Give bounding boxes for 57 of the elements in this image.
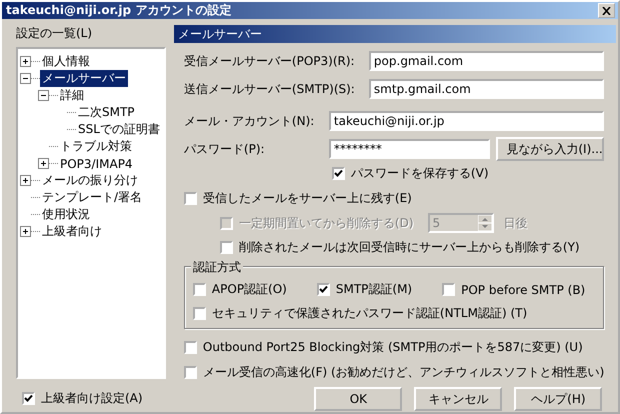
checkbox-label[interactable]: セキュリティで保護されたパスワード認証(NTLM認証) (T): [212, 305, 528, 322]
window-title: takeuchi@niji.or.jp アカウントの設定: [6, 2, 232, 19]
password-field[interactable]: ********: [328, 139, 490, 159]
dialog-button[interactable]: キャンセル: [414, 387, 502, 411]
tree-item[interactable]: 個人情報: [40, 53, 92, 70]
input-field[interactable]: pop.gmail.com: [368, 51, 604, 71]
collapse-icon[interactable]: [38, 90, 49, 101]
checkbox-label[interactable]: メール受信の高速化(F) (お勧めだけど、アンチウィルスソフトと相性悪い): [202, 364, 604, 381]
checkbox-label[interactable]: SMTP認証(M): [336, 281, 412, 298]
checkbox-label[interactable]: Outbound Port25 Blocking対策 (SMTP用のポートを587に変更) (U): [202, 339, 583, 356]
dialog-button[interactable]: OK: [314, 387, 402, 411]
days-unit: 日後: [504, 214, 528, 232]
checkbox-label[interactable]: 受信したメールをサーバー上に残す(E): [202, 190, 412, 207]
group-title: 認証方式: [190, 259, 243, 276]
list-label: 設定の一覧(L): [16, 25, 94, 42]
checkbox[interactable]: [22, 392, 35, 405]
tree-item[interactable]: トラブル対策: [58, 138, 134, 155]
checkbox[interactable]: [192, 283, 206, 296]
tree-item[interactable]: メールの振り分け: [40, 172, 140, 189]
checkbox-label[interactable]: POP before SMTP (B): [461, 282, 586, 296]
checkbox[interactable]: [316, 283, 330, 296]
expand-icon[interactable]: [20, 175, 31, 186]
show-input-button[interactable]: 見ながら入力(I)...: [496, 137, 604, 161]
field-label: メール・アカウント(N):: [184, 112, 316, 130]
tree-item[interactable]: メールサーバー: [40, 70, 128, 87]
tree-item[interactable]: 二次SMTP: [76, 104, 137, 121]
checkbox-label[interactable]: 削除されたメールは次回受信時にサーバー上からも削除する(Y): [238, 239, 580, 256]
checkbox[interactable]: [184, 192, 197, 205]
field-label: 受信メールサーバー(POP3)(R):: [184, 52, 356, 70]
checkbox[interactable]: [184, 366, 197, 379]
checkbox[interactable]: [184, 341, 197, 354]
collapse-icon[interactable]: [20, 73, 31, 84]
checkbox-label[interactable]: 上級者向け設定(A): [41, 390, 143, 407]
tree-item[interactable]: POP3/IMAP4: [58, 156, 135, 170]
input-field[interactable]: takeuchi@niji.or.jp: [328, 111, 604, 131]
field-label: 送信メールサーバー(SMTP)(S):: [184, 80, 356, 98]
tree-item[interactable]: SSLでの証明書: [76, 121, 162, 138]
checkbox-label[interactable]: APOP認証(O): [212, 281, 287, 298]
section-header: メールサーバー: [174, 25, 616, 43]
close-button[interactable]: [598, 3, 615, 18]
tree-item[interactable]: 詳細: [58, 87, 86, 104]
close-icon: [602, 6, 611, 14]
checkbox[interactable]: [332, 167, 345, 180]
checkbox-label[interactable]: パスワードを保存する(V): [350, 165, 488, 182]
expand-icon[interactable]: [20, 56, 31, 67]
checkbox[interactable]: [192, 307, 206, 320]
input-field[interactable]: smtp.gmail.com: [368, 79, 604, 99]
checkbox[interactable]: [442, 283, 456, 296]
tree-item[interactable]: 上級者向け: [40, 223, 104, 240]
expand-icon[interactable]: [20, 226, 31, 237]
field-label: パスワード(P):: [184, 140, 266, 158]
expand-icon[interactable]: [38, 158, 49, 169]
checkbox[interactable]: [220, 241, 233, 254]
tree-item[interactable]: テンプレート/署名: [40, 189, 144, 206]
days-value: 5: [432, 216, 442, 230]
dialog-button[interactable]: ヘルプ(H): [514, 387, 602, 411]
tree-item[interactable]: 使用状況: [40, 206, 92, 223]
